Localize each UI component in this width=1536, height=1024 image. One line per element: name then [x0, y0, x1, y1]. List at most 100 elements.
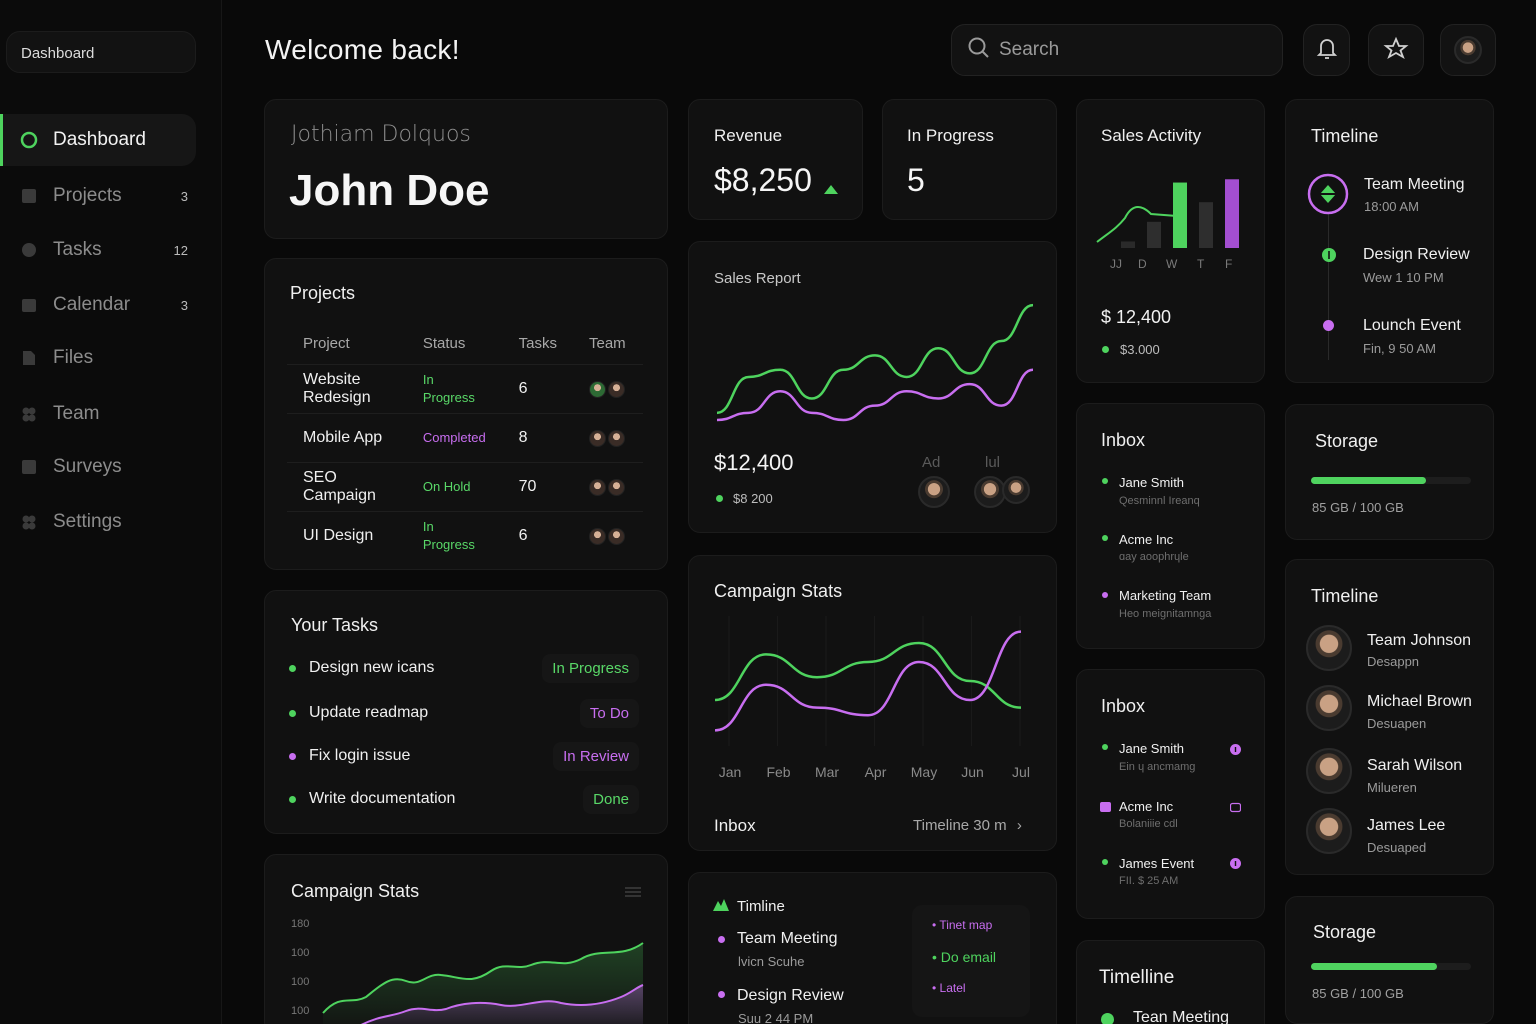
side-list: • Tinet map • Do email • Latel: [912, 905, 1030, 1017]
sidebar-item-files[interactable]: Files: [0, 332, 196, 384]
clock-icon: [1322, 248, 1336, 267]
menu-icon[interactable]: [625, 885, 641, 903]
sidebar-item-surveys[interactable]: Surveys: [0, 441, 196, 493]
avatar: [1306, 685, 1352, 731]
revenue-label: Revenue: [714, 126, 783, 145]
task-item[interactable]: Update readmap To Do: [289, 696, 639, 730]
inbox-sender[interactable]: Acme Inc: [1119, 799, 1173, 814]
avatar: [588, 478, 606, 496]
storage-label: 85 GB / 100 GB: [1312, 500, 1404, 515]
sidebar-item-label: Settings: [53, 511, 122, 532]
chat-bubble-icon: [20, 131, 38, 149]
inbox-sender[interactable]: James Event: [1119, 856, 1194, 871]
sales-activity-title: Sales Activity: [1101, 126, 1202, 145]
person-role: Milueren: [1367, 780, 1417, 795]
projects-title: Projects: [290, 283, 356, 303]
status-badge: Completed: [422, 430, 486, 445]
person-name[interactable]: James Lee: [1367, 817, 1445, 835]
search-icon: [967, 36, 991, 65]
avatar: [588, 527, 606, 545]
column-header[interactable]: Team: [572, 329, 643, 365]
activity-bar-jj: [1121, 241, 1135, 248]
inbox-sender[interactable]: Jane Smith: [1119, 741, 1184, 756]
inbox-sender[interactable]: Marketing Team: [1119, 588, 1211, 603]
table-row[interactable]: Website Redesign In Progress 6: [287, 364, 643, 414]
sidebar-badge: 3: [180, 188, 188, 204]
team-avatars: [588, 527, 627, 545]
column-header[interactable]: Tasks: [502, 329, 573, 365]
message-icon[interactable]: [1229, 800, 1242, 818]
timeline-link[interactable]: Timeline 30 m ›: [913, 817, 1022, 834]
side-list-label: Do email: [940, 949, 997, 965]
task-item[interactable]: Design new icans In Progress: [289, 651, 639, 685]
activity-trend-line: [1096, 206, 1178, 243]
timline-card: Timline Team Meeting lvicn Scuhe Design …: [688, 872, 1057, 1024]
status-dot: [289, 752, 296, 760]
search-input[interactable]: Search: [951, 24, 1283, 76]
avatar-button[interactable]: [1440, 24, 1496, 76]
favorites-button[interactable]: [1368, 24, 1424, 76]
person-name[interactable]: Team Johnson: [1367, 632, 1471, 650]
sidebar-item-team[interactable]: Team: [0, 388, 196, 440]
tasks-card: Your Tasks Design new icans In Progress …: [264, 590, 668, 834]
task-label: Design new icans: [309, 659, 435, 676]
sidebar-item-projects[interactable]: Projects 3: [0, 170, 196, 222]
trend-up-icon: [824, 181, 838, 199]
sales-series-purple-line: [716, 368, 1034, 422]
table-row[interactable]: UI Design In Progress 6: [287, 512, 643, 561]
inbox-card: Inbox Jane Smith Qesminnl Ireanq Acme In…: [1076, 403, 1265, 649]
inbox-sender[interactable]: Acme Inc: [1119, 532, 1173, 547]
table-row[interactable]: SEO Campaign On Hold 70: [287, 462, 643, 512]
bell-icon: [1316, 36, 1338, 65]
tasks-title: Your Tasks: [291, 615, 379, 635]
storage-card: Storage 85 GB / 100 GB: [1285, 404, 1494, 540]
sidebar-item-label: Files: [53, 347, 94, 368]
team-avatars: [588, 429, 627, 447]
timeline-card: Timeline Team Meeting 18:00 AM Design Re…: [1285, 99, 1494, 383]
sales-activity-subvalue: $3.000: [1120, 342, 1160, 357]
sidebar-item-settings[interactable]: Settings: [0, 496, 196, 548]
task-status[interactable]: In Progress: [542, 653, 639, 683]
x-tick: W: [1166, 257, 1178, 271]
timeline-item-title: Lounch Event: [1363, 317, 1461, 334]
diamond-icon: [1307, 173, 1349, 220]
avatar: [588, 429, 606, 447]
task-label: Fix login issue: [309, 747, 411, 764]
y-tick: 180: [291, 918, 310, 930]
info-icon[interactable]: [1230, 742, 1241, 760]
table-row[interactable]: Mobile App Completed 8: [287, 413, 643, 463]
column-header[interactable]: Status: [406, 329, 503, 365]
sidebar-item-calendar[interactable]: Calendar 3: [0, 279, 196, 331]
star-icon: [1383, 36, 1409, 65]
brand-label[interactable]: Dashboard: [6, 31, 196, 73]
notifications-button[interactable]: [1303, 24, 1350, 76]
side-list-item[interactable]: • Tinet map: [932, 918, 992, 932]
chevron-right-icon: ›: [1016, 817, 1022, 834]
avatar: [588, 380, 606, 398]
sidebar-item-dashboard[interactable]: Dashboard: [0, 114, 196, 166]
inbox-card-2: Inbox Jane Smith Ein ɥ ancmamg Acme Inc …: [1076, 669, 1265, 919]
inbox-sender[interactable]: Jane Smith: [1119, 475, 1184, 490]
task-label: Update readmap: [309, 704, 429, 721]
person-name[interactable]: Sarah Wilson: [1367, 757, 1462, 775]
column-header[interactable]: Project: [287, 329, 407, 365]
side-list-item[interactable]: • Do email: [932, 949, 996, 965]
sales-report-value: $12,400: [714, 450, 794, 475]
task-status[interactable]: Done: [583, 784, 639, 814]
campaign-footer-inbox[interactable]: Inbox: [714, 816, 756, 836]
side-list-item[interactable]: • Latel: [932, 981, 966, 995]
revenue-card: Revenue $8,250: [688, 99, 863, 220]
task-status[interactable]: To Do: [579, 698, 639, 728]
person-role: Desuapen: [1367, 716, 1427, 731]
timeline-dot: [718, 991, 725, 998]
task-item[interactable]: Write documentation Done: [289, 782, 639, 816]
timeline-item-title: Design Review: [737, 987, 844, 1004]
avatar: [607, 478, 625, 496]
status-dot: [289, 795, 296, 803]
status-dot: [1102, 859, 1108, 865]
person-name[interactable]: Michael Brown: [1367, 693, 1472, 711]
task-status[interactable]: In Review: [553, 741, 639, 771]
sidebar-item-tasks[interactable]: Tasks 12: [0, 224, 196, 276]
task-item[interactable]: Fix login issue In Review: [289, 739, 639, 773]
info-icon[interactable]: [1230, 856, 1241, 874]
